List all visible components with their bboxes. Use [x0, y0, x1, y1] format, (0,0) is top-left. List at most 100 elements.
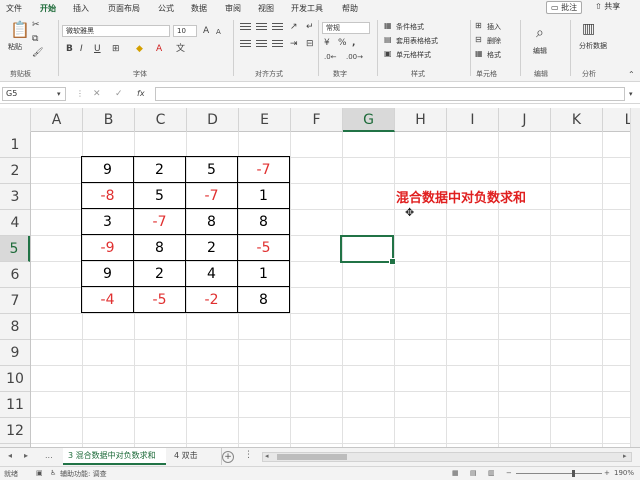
scroll-right-icon[interactable]: ▸ — [623, 452, 627, 460]
tab-help[interactable]: 帮助 — [342, 3, 358, 14]
search-icon[interactable]: ⌕ — [536, 26, 544, 40]
table-cell[interactable]: 9 — [81, 156, 134, 183]
conditional-format-button[interactable]: 条件格式 — [396, 22, 424, 32]
align-left-icon[interactable] — [240, 40, 251, 49]
delete-cells-button[interactable]: 删除 — [487, 36, 501, 46]
cancel-icon[interactable]: ✕ — [93, 89, 101, 99]
table-cell[interactable]: 8 — [237, 208, 290, 235]
name-box-dropdown-icon[interactable]: ▾ — [57, 89, 61, 99]
align-top-icon[interactable] — [240, 23, 251, 32]
indent-icon[interactable]: ⇥ — [290, 39, 298, 49]
align-center-icon[interactable] — [256, 40, 267, 49]
next-sheet-icon[interactable]: ▸ — [24, 451, 28, 460]
row-header-9[interactable]: 9 — [0, 340, 30, 366]
page-break-view-icon[interactable]: ▥ — [488, 469, 495, 477]
table-cell[interactable]: -9 — [81, 234, 134, 261]
table-cell[interactable]: 5 — [185, 156, 238, 183]
paste-icon[interactable]: 📋 — [10, 22, 30, 38]
border-icon[interactable]: ⊞ — [112, 44, 120, 54]
table-cell[interactable]: -7 — [237, 156, 290, 183]
row-header-8[interactable]: 8 — [0, 314, 30, 340]
macro-record-icon[interactable]: ▣ — [36, 469, 43, 477]
table-cell[interactable]: -7 — [185, 182, 238, 209]
italic-icon[interactable]: I — [80, 44, 83, 54]
tab-review[interactable]: 审阅 — [225, 3, 241, 14]
table-cell[interactable]: -2 — [185, 286, 238, 313]
currency-icon[interactable]: ¥ — [324, 38, 330, 48]
table-cell[interactable]: -5 — [237, 234, 290, 261]
comment-button[interactable]: ▭ 批注 — [546, 1, 582, 14]
underline-icon[interactable]: U — [94, 44, 101, 54]
comma-icon[interactable]: , — [352, 38, 355, 48]
expand-formula-icon[interactable]: ▾ — [629, 89, 633, 99]
add-sheet-button[interactable]: + — [222, 451, 234, 463]
row-header-11[interactable]: 11 — [0, 392, 30, 418]
insert-cells-button[interactable]: 插入 — [487, 22, 501, 32]
col-header-k[interactable]: K — [551, 108, 603, 132]
table-cell[interactable]: 8 — [185, 208, 238, 235]
tab-insert[interactable]: 插入 — [73, 3, 89, 14]
table-cell[interactable]: 1 — [237, 182, 290, 209]
tab-file[interactable]: 文件 — [6, 3, 22, 14]
active-cell-g5[interactable] — [340, 235, 396, 265]
merge-icon[interactable]: ⊟ — [306, 39, 314, 49]
increase-decimal-icon[interactable]: .0← — [324, 52, 337, 62]
col-header-h[interactable]: H — [395, 108, 447, 132]
col-header-b[interactable]: B — [83, 108, 135, 132]
table-format-button[interactable]: 套用表格格式 — [396, 36, 438, 46]
format-cells-button[interactable]: 格式 — [487, 50, 501, 60]
tab-formulas[interactable]: 公式 — [158, 3, 174, 14]
edit-button[interactable]: 编辑 — [533, 46, 547, 56]
tab-page-layout[interactable]: 页面布局 — [108, 3, 140, 14]
more-sheets[interactable]: ... — [45, 451, 53, 460]
table-cell[interactable]: 3 — [81, 208, 134, 235]
sheet-tab-next[interactable]: 4 双击 — [170, 448, 222, 465]
row-header-2[interactable]: 2 — [0, 158, 30, 184]
tab-split-icon[interactable]: ⋮ — [244, 450, 253, 460]
table-cell[interactable]: 2 — [185, 234, 238, 261]
analyze-data-button[interactable]: 分析数据 — [578, 42, 608, 51]
tab-data[interactable]: 数据 — [191, 3, 207, 14]
copy-icon[interactable]: ⧉ — [32, 34, 38, 44]
zoom-level[interactable]: 190% — [614, 469, 634, 477]
table-cell[interactable]: 2 — [133, 156, 186, 183]
zoom-in-icon[interactable]: + — [604, 469, 610, 477]
scroll-left-icon[interactable]: ◂ — [265, 452, 269, 460]
col-header-d[interactable]: D — [187, 108, 239, 132]
zoom-slider-thumb[interactable] — [572, 470, 575, 477]
prev-sheet-icon[interactable]: ◂ — [8, 451, 12, 460]
spreadsheet-grid[interactable]: ABCDEFGHIJKL 1 2 3 4 5 6 7 8 9 10 11 12 9 2 5 -7 -8 5 -7 1… — [0, 108, 640, 447]
scroll-thumb[interactable] — [277, 454, 347, 460]
col-header-f[interactable]: F — [291, 108, 343, 132]
col-header-c[interactable]: C — [135, 108, 187, 132]
normal-view-icon[interactable]: ▦ — [452, 469, 459, 477]
formula-input[interactable] — [155, 87, 625, 101]
wrap-text-icon[interactable]: ↵ — [306, 22, 314, 32]
cut-icon[interactable]: ✂ — [32, 20, 40, 30]
sheet-tab-active[interactable]: 3 混合数据中对负数求和 — [63, 448, 166, 465]
share-button[interactable]: ⇧ 共享 — [591, 1, 633, 14]
row-header-4[interactable]: 4 — [0, 210, 30, 236]
row-header-10[interactable]: 10 — [0, 366, 30, 392]
col-header-i[interactable]: I — [447, 108, 499, 132]
tab-developer[interactable]: 开发工具 — [291, 3, 323, 14]
decrease-font-icon[interactable]: A — [216, 27, 221, 37]
page-layout-view-icon[interactable]: ▤ — [470, 469, 477, 477]
cell-style-button[interactable]: 单元格样式 — [396, 50, 431, 60]
table-cell[interactable]: 9 — [81, 260, 134, 287]
row-header-7[interactable]: 7 — [0, 288, 30, 314]
row-header-12[interactable]: 12 — [0, 418, 30, 444]
phonetic-icon[interactable]: 文 — [176, 44, 185, 54]
table-cell[interactable]: 4 — [185, 260, 238, 287]
table-cell[interactable]: -8 — [81, 182, 134, 209]
table-cell[interactable]: 8 — [133, 234, 186, 261]
bold-icon[interactable]: B — [66, 44, 73, 54]
number-format-select[interactable]: 常规 — [322, 22, 370, 34]
collapse-ribbon-icon[interactable]: ⌃ — [628, 70, 635, 80]
row-header-6[interactable]: 6 — [0, 262, 30, 288]
zoom-slider[interactable] — [516, 473, 602, 474]
row-header-3[interactable]: 3 — [0, 184, 30, 210]
format-painter-icon[interactable]: 🖌 — [32, 48, 43, 58]
fill-color-icon[interactable]: ◆ — [136, 44, 143, 54]
table-cell[interactable]: -4 — [81, 286, 134, 313]
